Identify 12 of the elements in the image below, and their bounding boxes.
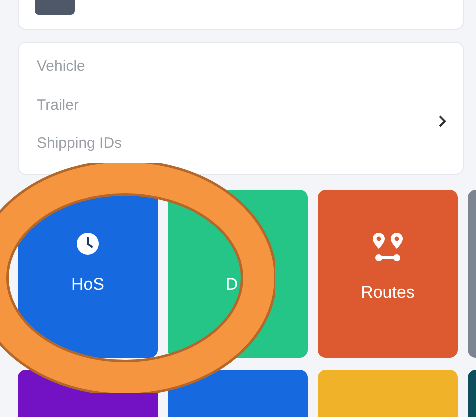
clock-icon xyxy=(76,232,100,256)
route-icon xyxy=(371,232,405,264)
tile-label: HoS xyxy=(71,274,105,296)
thumbnail-placeholder xyxy=(35,0,75,15)
chevron-right-icon xyxy=(438,115,447,128)
tile-label: Routes xyxy=(361,282,415,304)
vehicle-details-card[interactable]: Vehicle Trailer Shipping IDs xyxy=(18,42,464,175)
field-label: Trailer xyxy=(37,96,80,116)
field-label: Vehicle xyxy=(37,57,86,77)
menu-tile[interactable]: Routes xyxy=(318,190,458,358)
tile-label: D xyxy=(226,274,238,296)
field-label: Shipping IDs xyxy=(37,134,122,154)
